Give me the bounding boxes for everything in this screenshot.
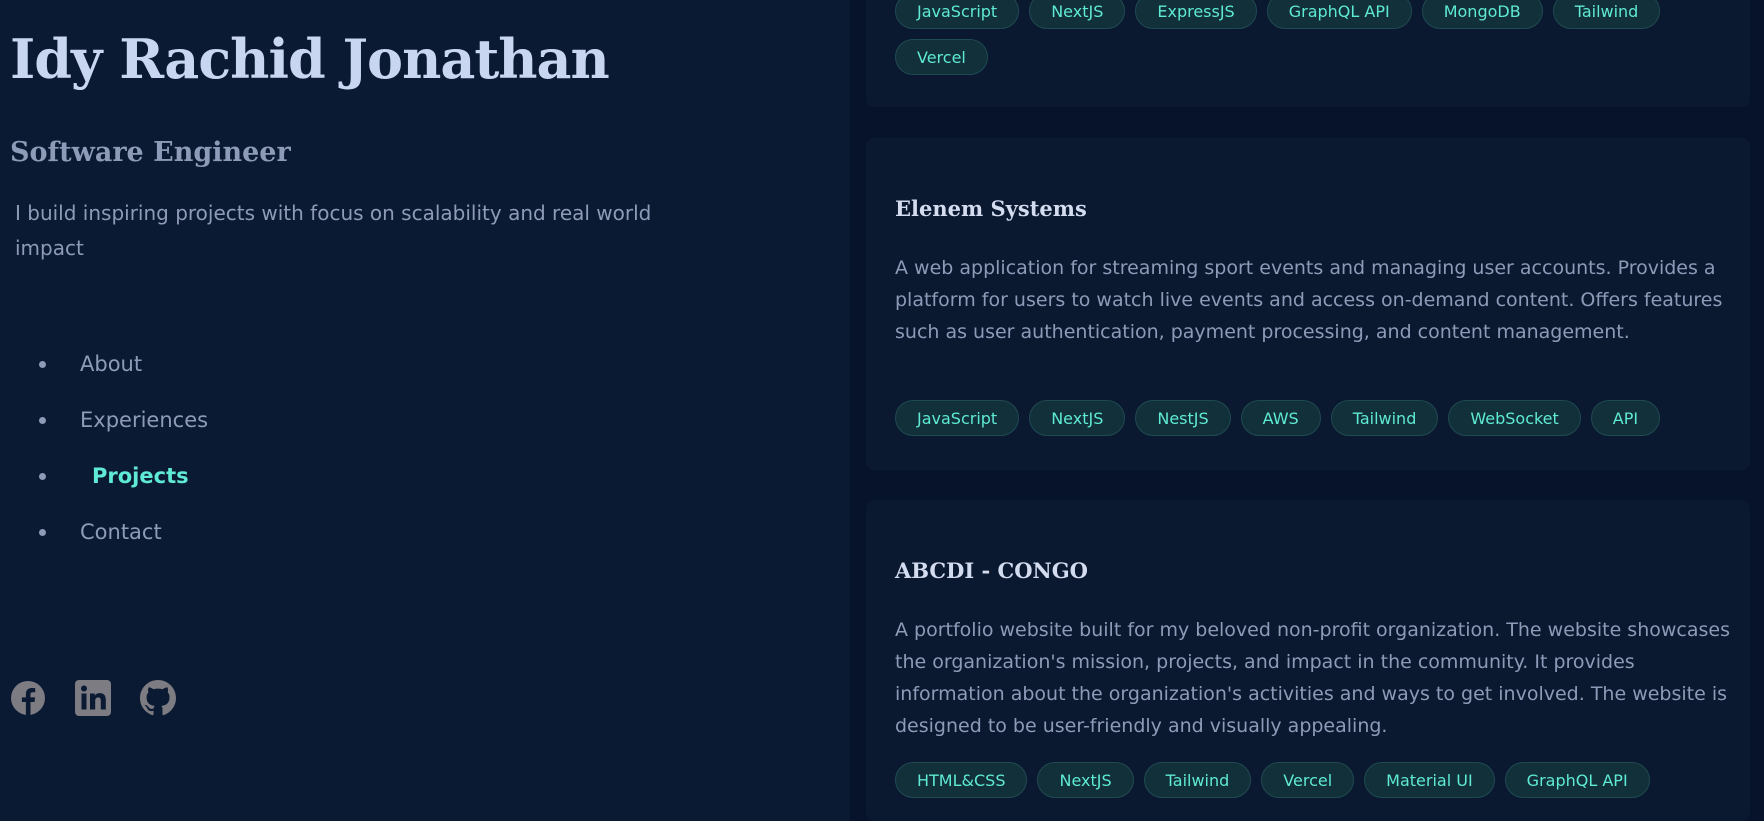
- tech-tag: NextJS: [1037, 762, 1134, 798]
- profile-panel: Idy Rachid Jonathan Software Engineer I …: [0, 0, 850, 821]
- profile-role: Software Engineer: [10, 137, 291, 168]
- nav-item-label: Contact: [80, 520, 162, 544]
- tech-tag: NextJS: [1029, 400, 1126, 436]
- tech-tag: JavaScript: [895, 400, 1020, 436]
- tech-tag: GraphQL API: [1266, 0, 1412, 29]
- tech-tag: ExpressJS: [1135, 0, 1257, 29]
- tech-tag: MongoDB: [1421, 0, 1543, 29]
- project-card[interactable]: JavaScript NextJS ExpressJS GraphQL API …: [866, 0, 1750, 107]
- nav-bullet: [39, 361, 46, 368]
- tech-tag: Vercel: [1261, 762, 1355, 798]
- tech-tag: JavaScript: [895, 0, 1020, 29]
- github-icon[interactable]: [140, 680, 176, 716]
- tech-tag: AWS: [1240, 400, 1321, 436]
- profile-name: Idy Rachid Jonathan: [10, 27, 610, 91]
- tech-tags: JavaScript NextJS ExpressJS GraphQL API …: [895, 0, 1755, 75]
- tech-tags: JavaScript NextJS NestJS AWS Tailwind We…: [895, 400, 1755, 436]
- nav-item-label: Experiences: [80, 408, 209, 432]
- project-description: A portfolio website built for my beloved…: [895, 619, 1730, 737]
- project-card[interactable]: Elenem Systems A web application for str…: [866, 138, 1750, 470]
- nav-item-experiences[interactable]: Experiences: [0, 396, 300, 452]
- nav-bullet: [39, 529, 46, 536]
- tech-tag: Tailwind: [1552, 0, 1661, 29]
- facebook-icon[interactable]: [10, 680, 46, 716]
- project-title: Elenem Systems: [895, 196, 1087, 221]
- tech-tag: Material UI: [1364, 762, 1495, 798]
- nav-bullet: [39, 417, 46, 424]
- project-description: A web application for streaming sport ev…: [895, 257, 1723, 343]
- nav-item-label: About: [80, 352, 143, 376]
- tech-tag: Tailwind: [1143, 762, 1252, 798]
- tech-tag: NextJS: [1029, 0, 1126, 29]
- nav-item-contact[interactable]: Contact: [0, 508, 300, 564]
- nav-item-projects[interactable]: Projects: [0, 452, 300, 508]
- tech-tag: API: [1590, 400, 1661, 436]
- project-title: ABCDI - CONGO: [895, 558, 1088, 583]
- tech-tags: HTML&CSS NextJS Tailwind Vercel Material…: [895, 762, 1755, 798]
- tech-tag: WebSocket: [1448, 400, 1581, 436]
- nav-item-about[interactable]: About: [0, 340, 300, 396]
- tech-tag: Vercel: [895, 39, 988, 75]
- project-card[interactable]: ABCDI - CONGO A portfolio website built …: [866, 500, 1750, 821]
- tech-tag: Tailwind: [1330, 400, 1439, 436]
- nav-bullet: [39, 473, 46, 480]
- nav-item-label: Projects: [92, 464, 189, 488]
- tech-tag: NestJS: [1135, 400, 1231, 436]
- profile-tagline: I build inspiring projects with focus on…: [15, 201, 652, 260]
- tech-tag: HTML&CSS: [895, 762, 1028, 798]
- section-nav: About Experiences Projects Contact: [0, 340, 300, 564]
- linkedin-icon[interactable]: [75, 680, 111, 716]
- tech-tag: GraphQL API: [1504, 762, 1650, 798]
